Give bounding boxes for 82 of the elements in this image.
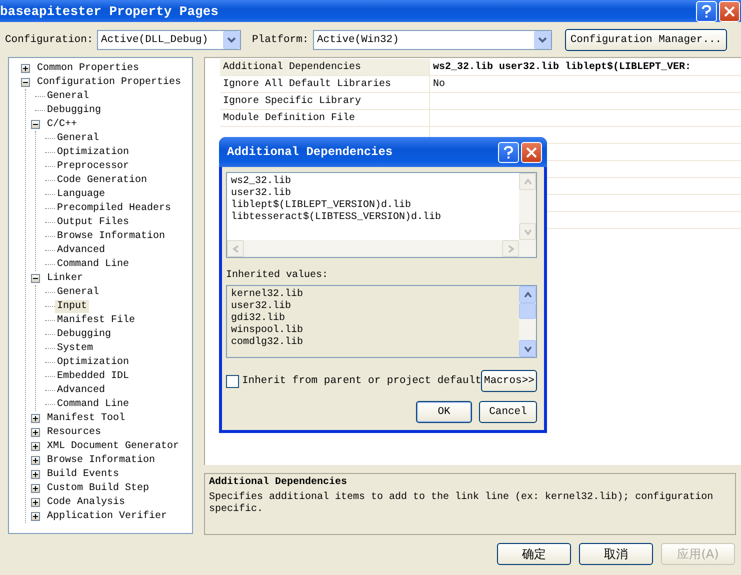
tree-item[interactable]: Advanced (55, 244, 108, 256)
expand-icon[interactable] (31, 456, 40, 464)
collapse-icon[interactable] (21, 78, 30, 86)
scrollbar-thumb[interactable] (519, 303, 536, 319)
expand-icon[interactable] (21, 64, 30, 72)
description-text: Specifies additional items to add to the link line (ex: kernel32.lib); configuration specific. (209, 492, 714, 516)
tree-item[interactable]: Browse Information (45, 454, 158, 466)
scroll-left-icon (230, 244, 240, 254)
tree-item[interactable]: General (45, 90, 92, 102)
expand-icon[interactable] (31, 442, 40, 450)
tree-item[interactable]: Command Line (55, 258, 132, 270)
expand-icon[interactable] (31, 414, 40, 422)
close-button[interactable] (719, 0, 740, 22)
collapse-icon[interactable] (31, 274, 40, 282)
tree-item[interactable]: Code Generation (55, 174, 150, 186)
close-button[interactable] (521, 142, 542, 162)
expand-icon[interactable] (31, 498, 40, 506)
description-title: Additional Dependencies (209, 477, 348, 488)
cancel-button[interactable]: Cancel (479, 401, 537, 423)
tree-item[interactable]: Language (55, 188, 108, 200)
ok-button[interactable]: OK (416, 401, 472, 423)
close-icon (526, 146, 537, 158)
tree-item[interactable]: General (55, 132, 102, 144)
tree-item[interactable]: Embedded IDL (55, 370, 132, 382)
tree-item[interactable]: Code Analysis (45, 496, 128, 508)
property-name[interactable]: Additional Dependencies (220, 59, 430, 75)
tree-item[interactable]: Common Properties (35, 62, 142, 74)
macros-button[interactable]: Macros>> (481, 370, 537, 392)
platform-dropdown[interactable]: Active(Win32) (313, 30, 552, 50)
dialog-button[interactable]: 取消 (579, 543, 653, 565)
inherited-values-label: Inherited values: (226, 270, 330, 281)
tree-item[interactable]: Output Files (55, 216, 132, 228)
checkbox-label: Inherit from parent or project default (242, 375, 482, 387)
property-value[interactable]: ws2_32.lib user32.lib liblept$(LIBLEPT_VER: (430, 59, 741, 75)
configuration-dropdown[interactable]: Active(DLL_Debug) (97, 30, 241, 50)
dialog-title: Additional Dependencies (227, 145, 393, 159)
tree-item[interactable]: C/C++ (45, 118, 80, 130)
expand-icon[interactable] (31, 470, 40, 478)
configuration-label: Configuration: (5, 34, 94, 46)
scroll-up-icon (522, 290, 532, 300)
dependencies-field[interactable]: ws2_32.lib user32.lib liblept$(LIBLEPT_VERSION)d.lib libtesseract$(LIBTESS_VERSION)d.lib (226, 172, 537, 258)
platform-label: Platform: (252, 34, 310, 46)
inherit-checkbox[interactable] (226, 374, 239, 388)
tree-item[interactable]: Build Events (45, 468, 122, 480)
tree-item[interactable]: Debugging (45, 104, 104, 116)
question-mark-icon (503, 146, 514, 158)
tree-item[interactable]: Advanced (55, 384, 108, 396)
window-title: baseapitester Property Pages (0, 4, 218, 18)
scroll-down-icon (522, 226, 532, 236)
tree-item[interactable]: General (55, 286, 102, 298)
tree-item[interactable]: Manifest Tool (45, 412, 128, 424)
tree-item[interactable]: Manifest File (55, 314, 138, 326)
tree-item[interactable]: Resources (45, 426, 104, 438)
expand-icon[interactable] (31, 512, 40, 520)
help-button[interactable] (696, 0, 717, 22)
close-icon (724, 6, 735, 16)
tree-item[interactable]: Precompiled Headers (55, 202, 174, 214)
tree-item[interactable]: Debugging (55, 328, 114, 340)
tree-item[interactable]: Application Verifier (45, 510, 170, 522)
dialog-button[interactable]: 确定 (497, 543, 571, 565)
tree-item[interactable]: Command Line (55, 398, 132, 410)
tree-item[interactable]: Optimization (55, 356, 132, 368)
question-mark-icon (701, 4, 712, 18)
scroll-down-icon (522, 344, 532, 354)
tree-item[interactable]: Browse Information (55, 230, 168, 242)
collapse-icon[interactable] (31, 120, 40, 128)
tree-item[interactable]: XML Document Generator (45, 440, 182, 452)
tree-item[interactable]: Custom Build Step (45, 482, 152, 494)
tree-item[interactable]: Input (55, 300, 90, 312)
configuration-manager-button[interactable]: Configuration Manager... (565, 28, 727, 50)
tree-item[interactable]: Optimization (55, 146, 132, 158)
scroll-up-icon (522, 176, 532, 186)
help-button[interactable] (498, 142, 519, 162)
tree-item[interactable]: Preprocessor (55, 160, 132, 172)
inherited-values-list: kernel32.lib user32.lib gdi32.lib winspool.lib comdlg32.lib (226, 285, 537, 358)
tree-item[interactable]: Configuration Properties (35, 76, 184, 88)
tree-item[interactable]: System (55, 342, 96, 354)
expand-icon[interactable] (31, 428, 40, 436)
expand-icon[interactable] (31, 484, 40, 492)
scroll-right-icon (506, 244, 516, 254)
property-value[interactable]: No (430, 76, 741, 92)
tree-item[interactable]: Linker (45, 272, 86, 284)
